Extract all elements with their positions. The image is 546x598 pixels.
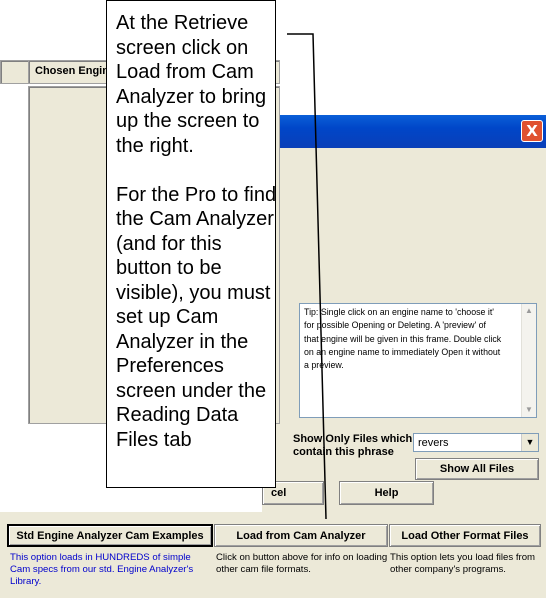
- callout-box: At the Retrieve screen click on Load fro…: [106, 0, 276, 488]
- tip-scrollbar[interactable]: ▲ ▼: [521, 304, 536, 417]
- load-from-cam-analyzer-button[interactable]: Load from Cam Analyzer: [214, 524, 388, 547]
- title-bar[interactable]: X: [262, 115, 546, 148]
- std-cam-examples-button[interactable]: Std Engine Analyzer Cam Examples: [7, 524, 213, 547]
- close-icon[interactable]: X: [521, 120, 543, 142]
- filter-combobox[interactable]: revers ▼: [413, 433, 539, 452]
- callout-text: At the Retrieve screen click on Load fro…: [116, 12, 277, 451]
- dropdown-arrow-icon[interactable]: ▼: [521, 434, 538, 451]
- load-from-cam-desc: Click on button above for info on loadin…: [216, 552, 388, 575]
- tip-text: Tip: Single click on an engine name to '…: [304, 307, 502, 372]
- scroll-down-icon[interactable]: ▼: [523, 404, 535, 416]
- filter-value: revers: [418, 437, 449, 449]
- help-button[interactable]: Help: [339, 481, 434, 505]
- load-other-format-button[interactable]: Load Other Format Files: [389, 524, 541, 547]
- load-other-format-desc: This option lets you load files from oth…: [390, 552, 536, 575]
- filter-label: Show Only Files which contain this phras…: [293, 433, 413, 458]
- scroll-up-icon[interactable]: ▲: [523, 305, 535, 317]
- show-all-files-button[interactable]: Show All Files: [415, 458, 539, 480]
- tip-textbox[interactable]: Tip: Single click on an engine name to '…: [299, 303, 537, 418]
- std-cam-examples-desc: This option loads in HUNDREDS of simple …: [10, 552, 194, 587]
